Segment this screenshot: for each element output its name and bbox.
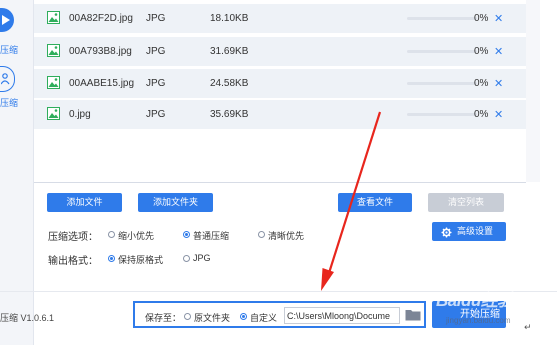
file-size: 35.69KB [210,109,249,120]
image-file-icon [47,107,60,120]
progress-bar [407,82,477,85]
file-type: JPG [146,46,166,57]
play-icon [2,15,10,25]
file-type: JPG [146,109,166,120]
file-size: 24.58KB [210,78,249,89]
file-row[interactable]: 00A82F2D.jpg JPG 18.10KB 0% ✕ [34,4,526,33]
file-size: 31.69KB [210,46,249,57]
remove-file-icon[interactable]: ✕ [494,108,503,121]
file-row[interactable]: 00AABE15.jpg JPG 24.58KB 0% ✕ [34,69,526,98]
sidebar-compress-button[interactable] [0,8,14,32]
compress-option-radio[interactable] [183,231,190,238]
save-location-text[interactable]: 原文件夹 [194,311,230,324]
compress-option-text[interactable]: 缩小优先 [118,229,154,242]
progress-bar [407,17,477,20]
file-size: 18.10KB [210,13,249,24]
compress-option-text[interactable]: 普通压缩 [193,229,229,242]
progress-percent: 0% [474,46,489,57]
output-format-label: 输出格式： [48,256,98,267]
corner-mark: ↵ [524,322,532,332]
progress-bar [407,50,477,53]
file-name: 00A82F2D.jpg [69,13,133,24]
advanced-settings-button[interactable]: 高级设置 [432,222,506,241]
folder-icon[interactable] [405,308,421,321]
list-scrollbar[interactable] [526,0,540,182]
add-file-button[interactable]: 添加文件 [47,193,122,212]
file-row[interactable]: 00A793B8.jpg JPG 31.69KB 0% ✕ [34,37,526,66]
watermark-url: jingyan.baidu.com [446,316,511,325]
progress-percent: 0% [474,109,489,120]
remove-file-icon[interactable]: ✕ [494,77,503,90]
save-path-input[interactable] [284,307,400,324]
sidebar: 压缩 压缩 [0,0,34,345]
output-format-radio[interactable] [108,255,115,262]
compress-options-label: 压缩选项： [48,232,98,243]
file-type: JPG [146,13,166,24]
compress-option-radio[interactable] [258,231,265,238]
save-location-text[interactable]: 自定义 [250,311,277,324]
output-format-text[interactable]: 保持原格式 [118,253,163,266]
sidebar-item-button[interactable] [0,66,15,92]
file-row[interactable]: 0.jpg JPG 35.69KB 0% ✕ [34,100,526,129]
clear-list-button[interactable]: 清空列表 [428,193,504,212]
image-file-icon [47,44,60,57]
compress-option-radio[interactable] [108,231,115,238]
person-icon [1,73,10,85]
progress-bar [407,113,477,116]
add-folder-button[interactable]: 添加文件夹 [138,193,213,212]
save-location-radio[interactable] [184,313,191,320]
sidebar-item-label: 压缩 [0,45,19,55]
compress-option-text[interactable]: 清晰优先 [268,229,304,242]
advanced-settings-label: 高级设置 [457,226,494,236]
gear-icon [441,227,452,238]
file-name: 00A793B8.jpg [69,46,132,57]
file-list: 00A82F2D.jpg JPG 18.10KB 0% ✕ 00A793B8.j… [34,0,526,183]
save-location-radio[interactable] [240,313,247,320]
progress-percent: 0% [474,78,489,89]
progress-percent: 0% [474,13,489,24]
remove-file-icon[interactable]: ✕ [494,12,503,25]
sidebar-item-label: 压缩 [0,98,19,108]
view-files-button[interactable]: 查看文件 [338,193,412,212]
output-format-radio[interactable] [183,255,190,262]
file-type: JPG [146,78,166,89]
watermark-logo: Baidu经验 [436,291,514,310]
version-label: 压缩 V1.0.6.1 [0,313,55,323]
file-name: 0.jpg [69,109,91,120]
file-name: 00AABE15.jpg [69,78,135,89]
remove-file-icon[interactable]: ✕ [494,45,503,58]
image-file-icon [47,11,60,24]
save-to-label: 保存至： [145,313,182,323]
image-file-icon [47,76,60,89]
output-format-text[interactable]: JPG [193,253,211,263]
